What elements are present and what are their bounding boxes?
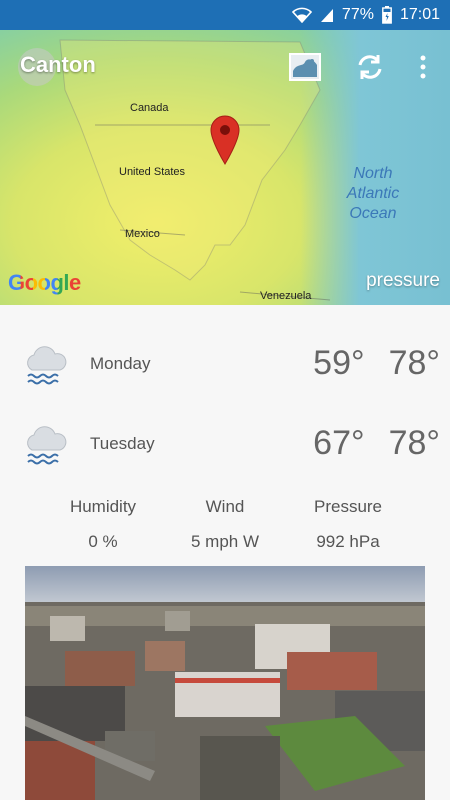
pressure-value: 992 hPa — [316, 532, 380, 551]
forecast-temps: 59° 78° — [289, 344, 440, 383]
refresh-icon[interactable] — [353, 50, 387, 84]
map-label-mexico: Mexico — [125, 228, 160, 240]
forecast-row-monday[interactable]: Monday 59° 78° — [0, 336, 450, 396]
map-layer-label: pressure — [366, 270, 440, 291]
google-logo: Google — [8, 270, 81, 295]
map-label-canada: Canada — [130, 102, 169, 114]
forecast-temps: 67° 78° — [289, 424, 440, 463]
weather-map[interactable]: Canada United States Mexico Venezuela No… — [0, 30, 450, 305]
more-vert-icon[interactable] — [406, 50, 440, 84]
map-label-venezuela: Venezuela — [260, 290, 312, 302]
signal-icon — [320, 7, 334, 23]
pressure-label: Pressure — [313, 497, 383, 516]
forecast-row-tuesday[interactable]: Tuesday 67° 78° — [0, 416, 450, 476]
city-title: Canton — [20, 52, 96, 77]
map-label-united-states: United States — [119, 166, 186, 178]
map-pin-icon[interactable] — [208, 113, 242, 170]
map-label-ocean: North Atlantic Ocean — [346, 165, 400, 222]
forecast-day: Monday — [90, 354, 151, 373]
forecast-day: Tuesday — [90, 434, 155, 453]
temp-low: 67° — [313, 424, 365, 462]
wind-label: Wind — [205, 497, 245, 516]
status-bar: 77% 17:01 — [0, 0, 450, 30]
map-layers-icon[interactable] — [288, 50, 322, 84]
wifi-icon — [291, 7, 312, 23]
clock: 17:01 — [399, 6, 440, 23]
city-photo[interactable] — [25, 566, 425, 800]
rain-cloud-icon — [22, 422, 68, 473]
humidity-label: Humidity — [69, 497, 137, 516]
temp-low: 59° — [313, 344, 365, 382]
details-labels: Humidity Wind Pressure — [0, 497, 450, 521]
wind-value: 5 mph W — [190, 532, 260, 551]
temp-high: 78° — [388, 424, 440, 462]
details-values: 0 % 5 mph W 992 hPa — [0, 532, 450, 556]
humidity-value: 0 % — [88, 532, 118, 551]
temp-high: 78° — [388, 344, 440, 382]
battery-percent: 77% — [341, 6, 374, 23]
forecast-panel: Monday 59° 78° Tuesday 67° 78° Humidity Wi… — [0, 305, 450, 800]
rain-cloud-icon — [22, 342, 68, 393]
battery-icon — [382, 6, 392, 24]
